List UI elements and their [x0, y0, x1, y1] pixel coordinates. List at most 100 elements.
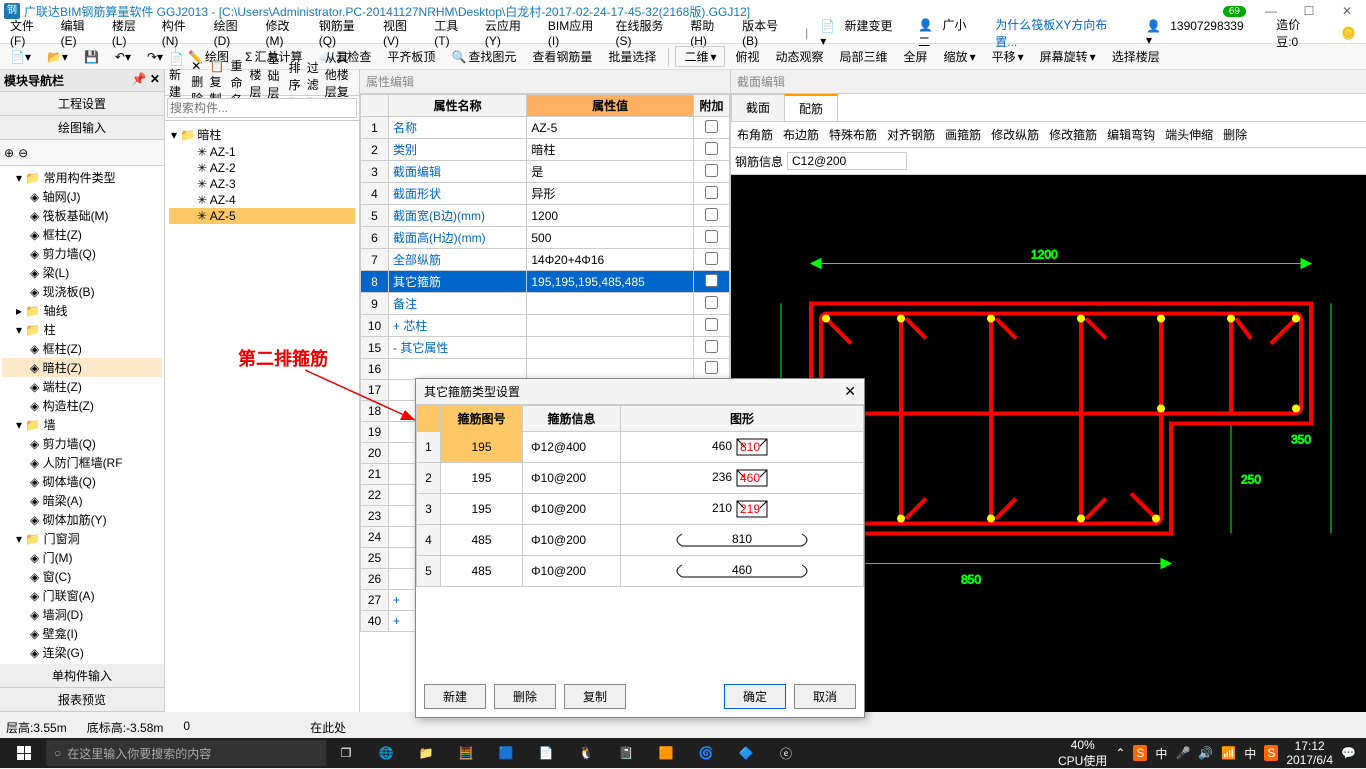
dialog-close-button[interactable]: ✕	[844, 383, 856, 400]
tray-speaker-icon[interactable]: 🔊	[1198, 746, 1213, 760]
dialog-cancel-button[interactable]: 取消	[794, 684, 856, 709]
tree-node[interactable]: ▾ 📁 柱	[2, 320, 162, 339]
tree-node[interactable]: ◈ 暗梁(A)	[2, 491, 162, 510]
save-icon[interactable]: 💾	[78, 48, 105, 66]
rebar-info-select[interactable]	[787, 152, 907, 170]
component-item[interactable]: ✳ AZ-4	[169, 192, 355, 208]
component-item[interactable]: ✳ AZ-1	[169, 144, 355, 160]
menu-modify[interactable]: 修改(M)	[260, 17, 313, 48]
topview-btn[interactable]: 俯视	[729, 46, 765, 67]
fullscreen-btn[interactable]: 全屏	[898, 46, 934, 67]
dialog-titlebar[interactable]: 其它箍筋类型设置 ✕	[416, 379, 864, 405]
2d-select[interactable]: 二维 ▾	[675, 46, 725, 67]
tree-node[interactable]: ▾ 📁 常用构件类型	[2, 168, 162, 187]
project-settings-btn[interactable]: 工程设置	[0, 92, 164, 116]
new-change-button[interactable]: 📄 新建变更 ▾	[814, 17, 912, 48]
property-row[interactable]: 1名称AZ-5	[361, 117, 730, 139]
pin-icon[interactable]: 📌 ✕	[132, 72, 160, 89]
tree-node[interactable]: ◈ 砌体加筋(Y)	[2, 510, 162, 529]
task-app-5[interactable]: 📄	[526, 738, 566, 768]
tray-s2-icon[interactable]: S	[1264, 745, 1278, 761]
property-row[interactable]: 8其它箍筋195,195,195,485,485	[361, 271, 730, 293]
component-type-tree[interactable]: ▾ 📁 常用构件类型◈ 轴网(J)◈ 筏板基础(M)◈ 框柱(Z)◈ 剪力墙(Q…	[0, 166, 164, 664]
task-app-10[interactable]: 🔷	[726, 738, 766, 768]
floor-sel[interactable]: 楼层	[249, 66, 261, 100]
comp-root[interactable]: ▾ 📁 暗柱	[169, 125, 355, 144]
zoom-btn[interactable]: 缩放 ▾	[938, 46, 982, 67]
new-file-icon[interactable]: 📄▾	[4, 48, 37, 66]
tree-node[interactable]: ◈ 剪力墙(Q)	[2, 244, 162, 263]
tree-node[interactable]: ◈ 门(M)	[2, 548, 162, 567]
tray-vol-icon[interactable]: 🎤	[1175, 746, 1190, 760]
view-rebar-btn[interactable]: 查看钢筋量	[526, 46, 598, 67]
tree-node[interactable]: ◈ 构造柱(Z)	[2, 396, 162, 415]
menu-floor[interactable]: 楼层(L)	[106, 17, 156, 48]
component-search-input[interactable]	[167, 98, 357, 118]
component-item[interactable]: ✳ AZ-5	[169, 208, 355, 224]
orbit-btn[interactable]: 动态观察	[770, 46, 830, 67]
component-item[interactable]: ✳ AZ-2	[169, 160, 355, 176]
property-row[interactable]: 9备注	[361, 293, 730, 315]
undo-icon[interactable]: ↶▾	[109, 48, 137, 66]
mod-stirrup-btn[interactable]: 修改箍筋	[1049, 126, 1097, 143]
tree-node[interactable]: ◈ 端柱(Z)	[2, 377, 162, 396]
find-elem-btn[interactable]: 🔍查找图元	[445, 46, 522, 67]
stirrup-row[interactable]: 2195Φ10@200236460	[417, 463, 864, 494]
tree-node[interactable]: ◈ 人防门框墙(RF	[2, 453, 162, 472]
tree-node[interactable]: ▾ 📁 门窗洞	[2, 529, 162, 548]
menu-edit[interactable]: 编辑(E)	[55, 17, 106, 48]
expand-icon[interactable]: ⊕	[4, 146, 14, 160]
property-row[interactable]: 15- 其它属性	[361, 337, 730, 359]
menu-online[interactable]: 在线服务(S)	[609, 17, 684, 48]
menu-tool[interactable]: 工具(T)	[428, 17, 479, 48]
pan-btn[interactable]: 平移 ▾	[986, 46, 1030, 67]
edge-btn[interactable]: 布边筋	[783, 126, 819, 143]
stirrup-row[interactable]: 4485Φ10@200810	[417, 525, 864, 556]
tree-node[interactable]: ◈ 壁龛(I)	[2, 624, 162, 643]
dialog-ok-button[interactable]: 确定	[724, 684, 786, 709]
tray-net-icon[interactable]: 📶	[1221, 746, 1236, 760]
collapse-icon[interactable]: ⊖	[18, 146, 28, 160]
task-app-1[interactable]: 🌐	[366, 738, 406, 768]
property-row[interactable]: 7全部纵筋14Φ20+4Φ16	[361, 249, 730, 271]
tree-node[interactable]: ◈ 连梁(G)	[2, 643, 162, 662]
stretch-btn[interactable]: 端头伸缩	[1165, 126, 1213, 143]
tree-node[interactable]: ◈ 梁(L)	[2, 263, 162, 282]
task-app-11[interactable]: ⓔ	[766, 738, 806, 768]
draw-btn[interactable]: ✏️绘图	[182, 46, 235, 67]
dialog-copy-button[interactable]: 复制	[564, 684, 626, 709]
redo-icon[interactable]: ↷▾	[141, 48, 169, 66]
task-app-9[interactable]: 🌀	[686, 738, 726, 768]
tray-lang-icon[interactable]: 中	[1155, 745, 1167, 762]
tree-node[interactable]: ◈ 砌体墙(Q)	[2, 472, 162, 491]
menu-view[interactable]: 视图(V)	[377, 17, 428, 48]
tree-node[interactable]: ◈ 窗(C)	[2, 567, 162, 586]
menu-component[interactable]: 构件(N)	[156, 17, 208, 48]
menu-rebar[interactable]: 钢筋量(Q)	[313, 17, 377, 48]
tray-ime-icon[interactable]: 中	[1244, 745, 1256, 762]
mod-long-btn[interactable]: 修改纵筋	[991, 126, 1039, 143]
edit-hook-btn[interactable]: 编辑弯钩	[1107, 126, 1155, 143]
tree-node[interactable]: ◈ 墙洞(D)	[2, 605, 162, 624]
stirrup-table[interactable]: 箍筋图号 箍筋信息 图形 1195Φ12@4004608102195Φ10@20…	[416, 405, 864, 587]
special-btn[interactable]: 特殊布筋	[829, 126, 877, 143]
task-view-icon[interactable]: ❐	[326, 738, 366, 768]
windows-taskbar[interactable]: ○ 在这里输入你要搜索的内容 ❐ 🌐 📁 🧮 🟦 📄 🐧 📓 🟧 🌀 🔷 ⓔ 4…	[0, 738, 1366, 768]
property-row[interactable]: 2类别暗柱	[361, 139, 730, 161]
property-row[interactable]: 5截面宽(B边)(mm)1200	[361, 205, 730, 227]
task-app-8[interactable]: 🟧	[646, 738, 686, 768]
task-app-2[interactable]: 📁	[406, 738, 446, 768]
tree-node[interactable]: ◈ 筏板基础(M)	[2, 206, 162, 225]
tree-node[interactable]: ◈ 现浇板(B)	[2, 282, 162, 301]
align-btn[interactable]: 对齐钢筋	[887, 126, 935, 143]
local3d-btn[interactable]: 局部三维	[834, 46, 894, 67]
user-hint[interactable]: 👤 广小二	[912, 16, 989, 50]
menu-bim[interactable]: BIM应用(I)	[542, 17, 610, 48]
stirrup-row[interactable]: 5485Φ10@200460	[417, 556, 864, 587]
single-input-btn[interactable]: 单构件输入	[0, 664, 164, 688]
draw-stirrup-btn[interactable]: 画箍筋	[945, 126, 981, 143]
tab-section[interactable]: 截面	[731, 94, 785, 121]
tree-node[interactable]: ◈ 门联窗(A)	[2, 586, 162, 605]
report-preview-btn[interactable]: 报表预览	[0, 688, 164, 712]
tray-notif-icon[interactable]: 💬	[1341, 746, 1356, 760]
